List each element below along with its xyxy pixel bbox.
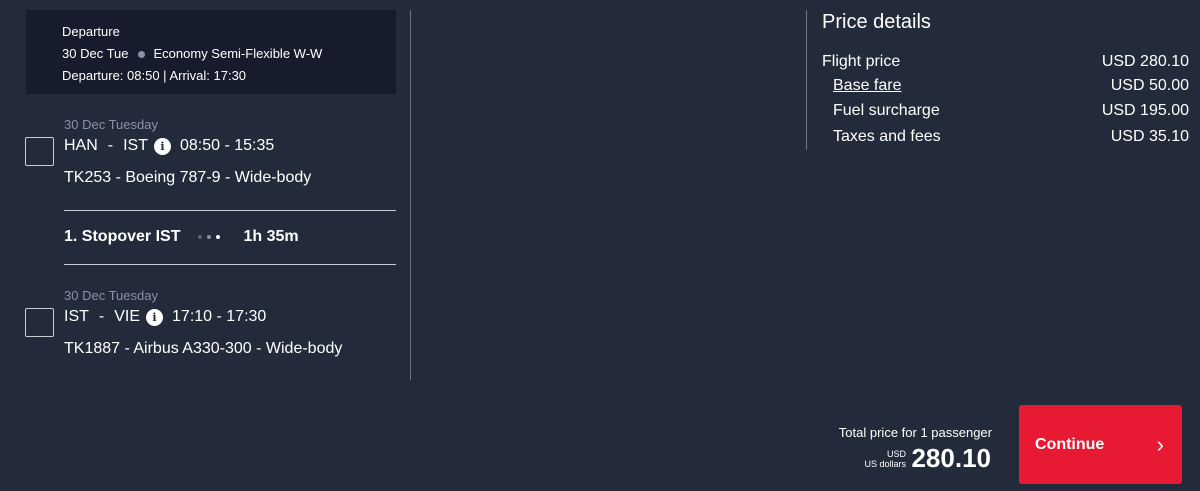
fare-class: Economy Semi-Flexible W-W — [153, 46, 323, 61]
price-details-title: Price details — [822, 11, 931, 33]
continue-label: Continue — [1035, 435, 1105, 453]
price-label: Taxes and fees — [833, 128, 941, 145]
segment-1-flight: TK253 - Boeing 787-9 - Wide-body — [64, 169, 312, 186]
info-icon[interactable]: i — [146, 308, 164, 326]
separator-dot-icon — [137, 50, 145, 58]
departure-date-row: 30 Dec Tue Economy Semi-Flexible W-W — [62, 43, 360, 65]
route-dash: - — [98, 308, 105, 325]
price-row-taxes: Taxes and fees USD 35.10 — [822, 128, 1189, 146]
segment-2-destination: VIE — [114, 308, 141, 325]
segment-2-origin: IST — [64, 308, 89, 325]
total-currency: USD US dollars — [864, 449, 906, 469]
price-label: Fuel surcharge — [833, 102, 940, 119]
flight-summary-page: Departure 30 Dec Tue Economy Semi-Flexib… — [0, 0, 1200, 491]
segment-2-time: 17:10 - 17:30 — [172, 308, 267, 325]
total-price-amount: 280.10 — [911, 443, 991, 473]
total-price-label: Total price for 1 passenger — [838, 425, 992, 440]
info-icon[interactable]: i — [154, 137, 171, 155]
stopover-label: 1. Stopover IST — [64, 228, 181, 245]
base-fare-link[interactable]: Base fare — [822, 77, 901, 95]
divider — [64, 210, 396, 211]
departure-times: Departure: 08:50 | Arrival: 17:30 — [62, 68, 247, 83]
chevron-right-icon: › — [1156, 431, 1164, 457]
price-row-flight: Flight price USD 280.10 — [822, 53, 1189, 71]
segment-1-route: HAN - IST i 08:50 - 15:35 — [64, 137, 274, 155]
segment-1-time: 08:50 - 15:35 — [180, 137, 275, 154]
vertical-divider — [806, 10, 807, 150]
route-dash: - — [107, 137, 114, 154]
vertical-divider — [410, 10, 411, 380]
segment-1-checkbox[interactable] — [25, 137, 54, 166]
segment-1-destination: IST — [123, 137, 148, 154]
price-value: USD 35.10 — [1110, 128, 1189, 145]
price-value: USD 195.00 — [1101, 102, 1189, 119]
segment-2-route: IST - VIE i 17:10 - 17:30 — [64, 308, 266, 326]
segment-1-date: 30 Dec Tuesday — [64, 117, 158, 132]
price-row-base-fare: Base fare USD 50.00 — [822, 77, 1189, 95]
price-row-fuel: Fuel surcharge USD 195.00 — [822, 102, 1189, 120]
stopover-row: 1. Stopover IST 1h 35m — [64, 228, 299, 246]
departure-date: 30 Dec Tue — [62, 46, 129, 61]
price-value: USD 50.00 — [1110, 77, 1189, 94]
stopover-duration: 1h 35m — [243, 228, 299, 245]
currency-name: US dollars — [864, 459, 906, 469]
divider — [64, 264, 396, 265]
segment-2-flight: TK1887 - Airbus A330-300 - Wide-body — [64, 340, 343, 357]
progress-dots-icon — [198, 235, 225, 239]
segment-2-checkbox[interactable] — [25, 308, 54, 337]
price-value: USD 280.10 — [1101, 53, 1189, 70]
currency-code: USD — [886, 449, 906, 459]
segment-2-date: 30 Dec Tuesday — [64, 288, 158, 303]
departure-heading: Departure — [62, 24, 120, 39]
departure-summary-card: Departure 30 Dec Tue Economy Semi-Flexib… — [26, 10, 396, 94]
price-label: Flight price — [822, 53, 901, 70]
segment-1-origin: HAN — [64, 137, 98, 154]
continue-button[interactable]: Continue › — [1019, 405, 1182, 484]
